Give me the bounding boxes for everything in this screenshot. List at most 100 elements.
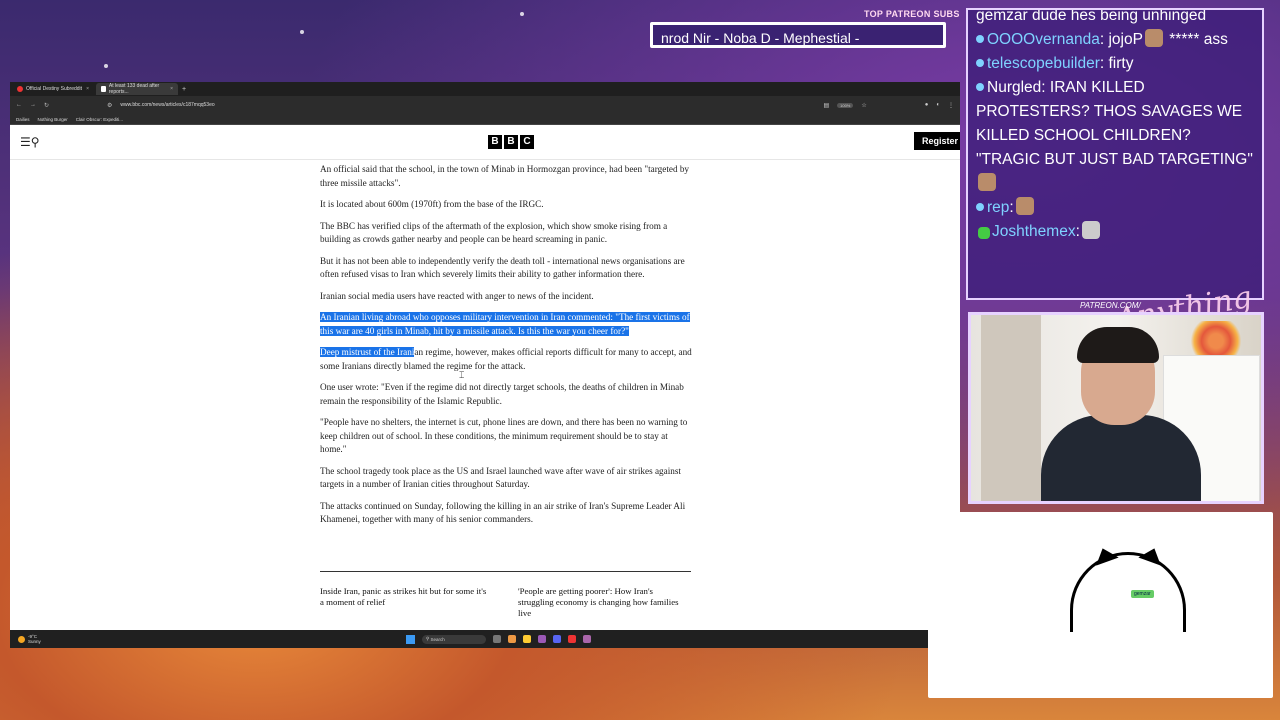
chat-message: gemzar dude hes being unhinged — [976, 8, 1254, 28]
discord-icon[interactable] — [553, 635, 561, 643]
related-stories: Inside Iran, panic as strikes hit but fo… — [320, 571, 691, 619]
tab-bar: Official Destiny Subreddit × At least 13… — [10, 82, 960, 96]
webcam-feed — [968, 312, 1264, 504]
text-cursor-icon: ⌶ — [459, 370, 465, 380]
article-paragraph: It is located about 600m (1970ft) from t… — [320, 199, 544, 209]
bookmark-item[interactable]: Nothing Burger — [38, 117, 68, 122]
chat-text: : — [1075, 223, 1080, 240]
chat-username[interactable]: telescopebuilder — [987, 55, 1100, 72]
patreon-subs-label: TOP PATREON SUBS — [864, 9, 960, 19]
close-tab-icon[interactable]: × — [86, 86, 89, 92]
tab-bbc-article[interactable]: At least 133 dead after reports... × — [96, 83, 178, 95]
emote-icon — [978, 173, 996, 191]
related-story-link[interactable]: 'People are getting poorer': How Iran's … — [518, 586, 690, 619]
bookmark-item[interactable]: Clair Obscur: Expediti... — [76, 117, 123, 122]
selected-text: An Iranian living abroad who opposes mil… — [320, 312, 690, 336]
chat-username[interactable]: Joshthemex — [992, 223, 1076, 240]
sparkle — [104, 64, 108, 68]
profile-icon[interactable]: ◐ — [936, 102, 940, 108]
reddit-icon — [17, 86, 23, 92]
twitch-icon[interactable] — [538, 635, 546, 643]
selected-text: Deep mistrust of the Irani — [320, 347, 415, 357]
menu-dots-icon[interactable]: ⋮ — [948, 102, 954, 109]
bbc-favicon-icon — [101, 86, 106, 92]
badge-icon — [976, 83, 984, 91]
forward-arrow-icon[interactable]: → — [30, 102, 36, 108]
badge-icon — [976, 59, 984, 67]
reader-icon[interactable]: ▤ — [823, 102, 829, 109]
chat-message: telescopebuilder: firty — [976, 52, 1254, 76]
chat-text: gemzar dude hes being unhinged — [976, 8, 1207, 24]
obs-icon[interactable] — [568, 635, 576, 643]
sparkle — [300, 30, 304, 34]
badge-icon — [976, 203, 984, 211]
windows-taskbar: -9°C Sunny ⚲ Search — [10, 630, 928, 648]
star-icon[interactable]: ☆ — [861, 102, 866, 109]
cat-name-tag: gemzar — [1131, 590, 1154, 598]
tab-subreddit[interactable]: Official Destiny Subreddit × — [12, 83, 94, 95]
badge-icon — [976, 35, 984, 43]
bbc-header: ☰⚲ B B C Register — [10, 125, 960, 160]
address-bar-row: ← → ↻ ⚙ www.bbc.com/news/articles/c187mq… — [10, 96, 960, 114]
article-paragraph-highlighted: An Iranian living abroad who opposes mil… — [320, 311, 695, 338]
file-explorer-icon[interactable] — [523, 635, 531, 643]
taskbar-search[interactable]: ⚲ Search — [422, 634, 486, 644]
chrome-icon[interactable] — [508, 635, 516, 643]
related-story-link[interactable]: Inside Iran, panic as strikes hit but fo… — [320, 586, 492, 619]
sun-icon — [18, 635, 25, 643]
windows-start-icon[interactable] — [406, 634, 415, 644]
sparkle — [520, 12, 524, 16]
close-tab-icon[interactable]: × — [170, 86, 173, 92]
extension-icon[interactable]: ● — [925, 102, 929, 108]
stream-chat: gemzar dude hes being unhinged OOOOverna… — [966, 8, 1264, 300]
tab-label: At least 133 dead after reports... — [108, 83, 160, 95]
chat-username[interactable]: rep — [987, 199, 1009, 216]
patreon-url: PATREON.COM/ — [1080, 301, 1141, 310]
search-placeholder: Search — [430, 636, 445, 642]
zoom-indicator[interactable]: 100% — [837, 102, 854, 108]
streamer-body — [1041, 415, 1201, 501]
chat-message: rep: — [976, 196, 1254, 220]
chat-message: OOOOvernanda: jojoP ***** ass — [976, 28, 1254, 52]
patreon-ticker: nrod Nir - Noba D - Mephestial - — [650, 22, 946, 48]
emote-icon — [1081, 221, 1100, 239]
back-arrow-icon[interactable]: ← — [16, 102, 22, 108]
task-view-icon[interactable] — [493, 635, 501, 643]
badge-icon — [978, 227, 990, 239]
article-paragraph: "People have no shelters, the internet i… — [320, 417, 688, 454]
register-button[interactable]: Register — [914, 132, 960, 150]
menu-search-icon[interactable]: ☰⚲ — [20, 135, 40, 149]
tab-label: Official Destiny Subreddit — [26, 86, 83, 92]
article-paragraph: An official said that the school, in the… — [320, 164, 690, 188]
taskbar-apps: ⚲ Search — [406, 634, 591, 644]
emote-icon — [1144, 29, 1163, 47]
chat-text: ***** ass — [1169, 31, 1228, 48]
article-paragraph: Deep mistrust of the Iranian regime, how… — [320, 346, 695, 373]
logo-letter: C — [520, 135, 534, 149]
weather-status: Sunny — [28, 639, 41, 644]
article-paragraph: The school tragedy took place as the US … — [320, 465, 681, 490]
streamer-hair — [1077, 327, 1159, 363]
emote-icon — [1015, 197, 1034, 215]
chat-text: : jojoP — [1099, 31, 1143, 48]
article-paragraph: The attacks continued on Sunday, followi… — [320, 500, 686, 525]
url-field[interactable]: www.bbc.com/news/articles/c187mqq53eo — [120, 102, 214, 108]
chat-username[interactable]: Nurgled — [987, 79, 1041, 96]
reload-icon[interactable]: ↻ — [44, 102, 49, 109]
bbc-logo[interactable]: B B C — [488, 135, 534, 149]
weather-widget[interactable]: -9°C Sunny — [18, 634, 41, 644]
article-paragraph: Iranian social media users have reacted … — [320, 290, 594, 301]
bookmarks-bar: Dailies Nothing Burger Clair Obscur: Exp… — [10, 114, 960, 125]
chat-text: : firty — [1099, 55, 1134, 72]
article-paragraph: But it has not been able to independentl… — [320, 255, 685, 280]
site-info-icon[interactable]: ⚙ — [107, 102, 112, 109]
logo-letter: B — [504, 135, 518, 149]
bookmark-item[interactable]: Dailies — [16, 117, 30, 122]
app-icon[interactable] — [583, 635, 591, 643]
shelf — [981, 315, 1041, 501]
article-paragraph: The BBC has verified clips of the afterm… — [320, 220, 668, 245]
chat-username[interactable]: OOOOvernanda — [987, 31, 1100, 48]
logo-letter: B — [488, 135, 502, 149]
new-tab-button[interactable]: + — [182, 86, 186, 93]
article-body: An official said that the school, in the… — [320, 163, 695, 535]
